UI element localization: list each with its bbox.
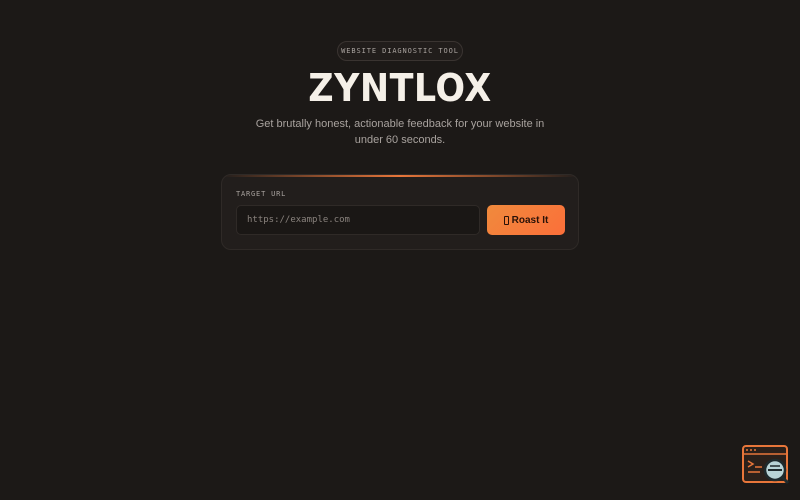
- card-accent-line: [222, 175, 578, 177]
- roast-button[interactable]: Roast It: [487, 205, 565, 235]
- tool-badge: WEBSITE DIAGNOSTIC TOOL: [337, 41, 463, 61]
- page-title: ZYNTLOX: [308, 66, 492, 110]
- flame-icon: [503, 215, 509, 225]
- roast-button-label: Roast It: [511, 214, 549, 226]
- tool-badge-label: WEBSITE DIAGNOSTIC TOOL: [341, 47, 459, 55]
- page-subtitle: Get brutally honest, actionable feedback…: [255, 118, 545, 146]
- terminal-search-icon[interactable]: [742, 445, 790, 487]
- target-url-label: TARGET URL: [236, 190, 287, 198]
- page: WEBSITE DIAGNOSTIC TOOL ZYNTLOX Get brut…: [0, 0, 800, 500]
- url-input[interactable]: [236, 205, 480, 235]
- url-form-card: TARGET URL Roast It: [221, 174, 579, 250]
